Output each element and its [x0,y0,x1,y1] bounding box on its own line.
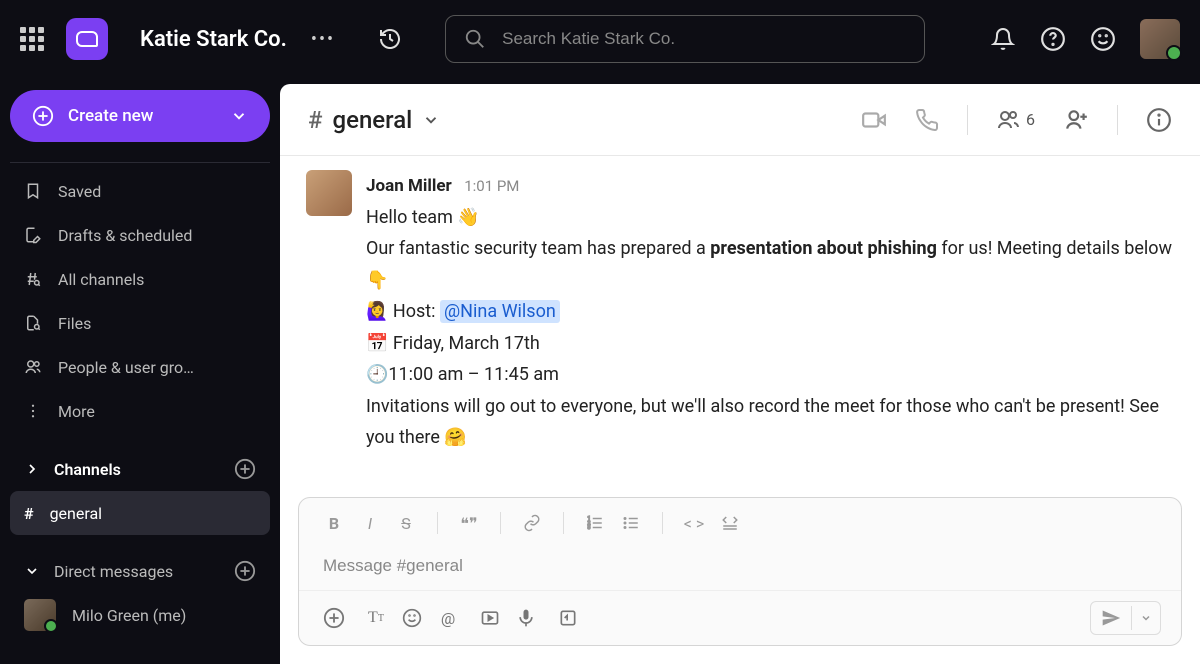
mention-button[interactable]: @ [433,603,463,633]
plus-circle-icon [32,105,54,127]
file-search-icon [24,314,42,332]
message-line: Invitations will go out to everyone, but… [366,391,1174,454]
channels-section-header[interactable]: Channels [10,447,270,491]
sidebar-item-people[interactable]: People & user gro… [10,345,270,389]
message-time: 1:01 PM [464,177,519,195]
message-line: 🙋‍♀️ Host: @Nina Wilson [366,296,1174,328]
history-icon[interactable] [377,26,403,52]
italic-button[interactable]: I [355,508,385,538]
sidebar: Create new Saved Drafts & scheduled All … [0,78,280,664]
composer-actions: TT @ [299,590,1181,645]
message: Joan Miller 1:01 PM Hello team 👋 Our fan… [306,170,1174,454]
hash-search-icon [24,270,42,288]
more-vertical-icon [24,402,42,420]
svg-text:3: 3 [588,525,591,531]
chevron-right-icon [24,461,40,477]
code-block-button[interactable] [715,508,745,538]
sidebar-item-saved[interactable]: Saved [10,169,270,213]
message-line: 🕘11:00 am – 11:45 am [366,359,1174,391]
send-button[interactable] [1091,602,1131,634]
mention[interactable]: @Nina Wilson [440,300,560,323]
sidebar-item-all-channels[interactable]: All channels [10,257,270,301]
dm-self[interactable]: Milo Green (me) [10,593,270,637]
sidebar-item-drafts[interactable]: Drafts & scheduled [10,213,270,257]
more-icon[interactable]: ••• [311,29,335,50]
search-icon [464,28,486,50]
bell-icon[interactable] [990,26,1016,52]
info-icon[interactable] [1146,107,1172,133]
message-line: Our fantastic security team has prepared… [366,233,1174,296]
create-new-label: Create new [68,106,153,126]
sidebar-item-more[interactable]: More [10,389,270,433]
chevron-down-icon [24,563,40,579]
app-logo[interactable] [66,18,108,60]
add-user-icon[interactable] [1063,107,1089,133]
chat-header: # general 6 [280,84,1200,156]
channel-title-dropdown[interactable]: # general [308,106,440,134]
message-input[interactable] [323,556,1157,576]
shortcuts-button[interactable] [553,603,583,633]
chevron-down-icon [422,111,440,129]
format-toolbar: B I S ❝❞ 123 < > [299,498,1181,548]
bold-button[interactable]: B [319,508,349,538]
channel-general[interactable]: # general [10,491,270,535]
message-line: 📅 Friday, March 17th [366,328,1174,360]
hash-icon: # [24,504,34,523]
attach-button[interactable] [319,603,349,633]
people-icon [996,108,1020,132]
phone-icon[interactable] [915,108,939,132]
send-options-button[interactable] [1131,606,1160,630]
text-format-button[interactable]: TT [361,603,391,633]
ordered-list-button[interactable]: 123 [580,508,610,538]
quote-button[interactable]: ❝❞ [454,508,484,538]
member-count[interactable]: 6 [996,108,1035,132]
help-icon[interactable] [1040,26,1066,52]
video-icon[interactable] [861,107,887,133]
chat-panel: # general 6 [280,84,1200,664]
sidebar-item-files[interactable]: Files [10,301,270,345]
apps-grid-icon[interactable] [20,27,44,51]
code-button[interactable]: < > [679,508,709,538]
message-line: Hello team 👋 [366,202,1174,234]
people-icon [24,358,42,376]
workspace-name[interactable]: Katie Stark Co. [140,27,287,52]
audio-record-button[interactable] [511,603,541,633]
search-bar[interactable] [445,15,925,63]
app-header: Katie Stark Co. ••• [0,0,1200,78]
create-new-button[interactable]: Create new [10,90,270,142]
avatar [24,599,56,631]
emoji-icon[interactable] [1090,26,1116,52]
plus-circle-icon[interactable] [234,560,256,582]
user-avatar[interactable] [1140,19,1180,59]
message-author[interactable]: Joan Miller [366,176,452,196]
video-record-button[interactable] [475,603,505,633]
link-button[interactable] [517,508,547,538]
dm-section-header[interactable]: Direct messages [10,549,270,593]
hash-icon: # [308,106,322,134]
bookmark-icon [24,182,42,200]
chevron-down-icon [230,107,248,125]
plus-circle-icon[interactable] [234,458,256,480]
message-list: Joan Miller 1:01 PM Hello team 👋 Our fan… [280,156,1200,497]
strikethrough-button[interactable]: S [391,508,421,538]
bullet-list-button[interactable] [616,508,646,538]
message-composer: B I S ❝❞ 123 < > [298,497,1182,646]
avatar[interactable] [306,170,352,216]
search-input[interactable] [502,29,906,49]
draft-icon [24,226,42,244]
emoji-picker-button[interactable] [397,603,427,633]
